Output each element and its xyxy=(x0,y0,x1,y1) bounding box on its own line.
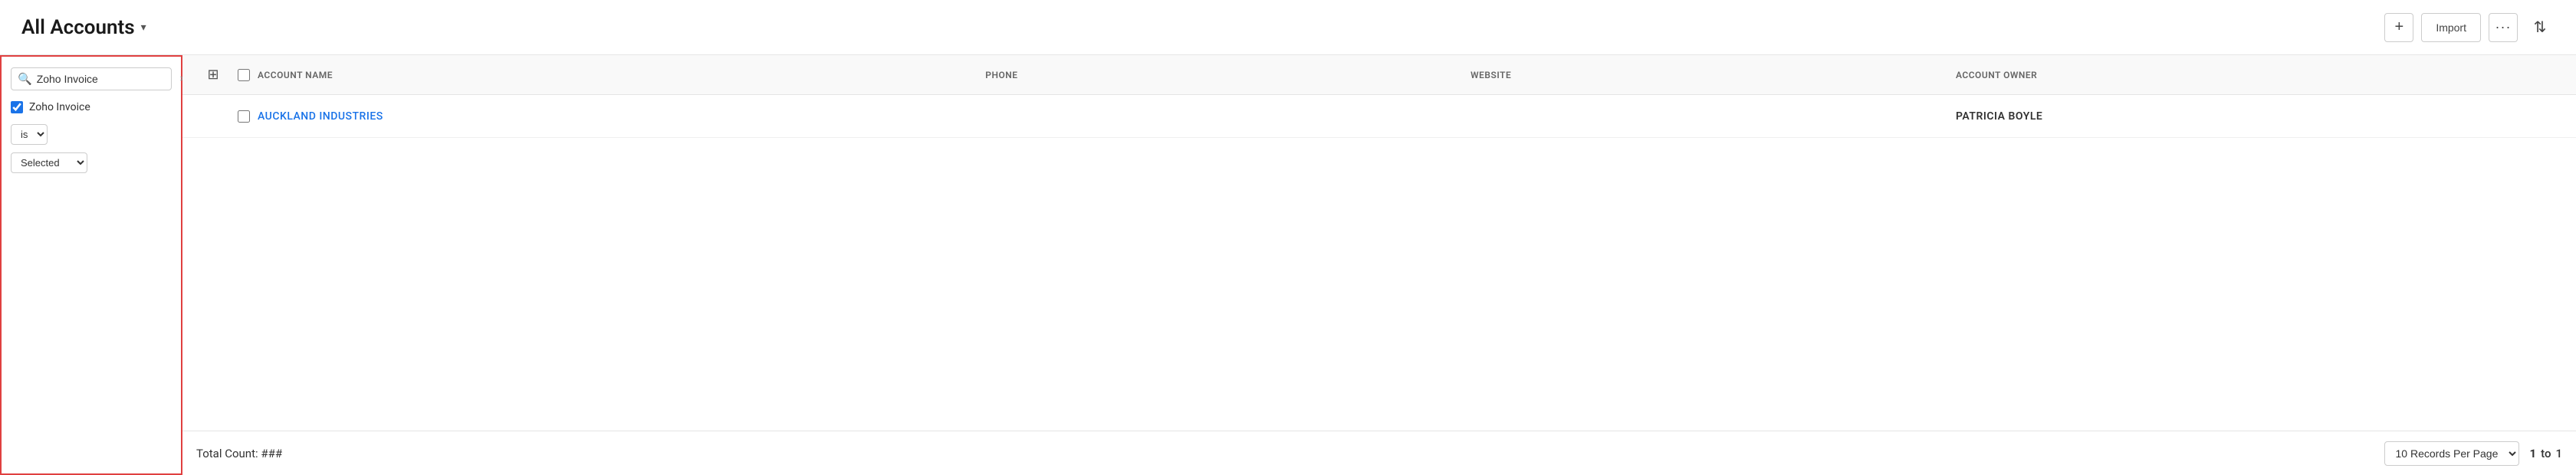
header-left: All Accounts ▾ xyxy=(21,16,146,39)
search-box: 🔍 × xyxy=(11,67,172,90)
col-account-owner-header: Account Owner xyxy=(1956,70,2562,80)
main-layout: 🔍 × Zoho Invoice is Selected ⊞ xyxy=(0,55,2576,475)
table-row: Auckland Industries Patricia Boyle xyxy=(182,95,2576,138)
filter-panel: 🔍 × Zoho Invoice is Selected xyxy=(0,55,182,475)
col-checkbox-header xyxy=(230,69,258,81)
filter-condition-select[interactable]: is xyxy=(11,124,48,145)
sort-button[interactable]: ⇅ xyxy=(2525,13,2555,42)
page-to: 1 xyxy=(2555,447,2562,460)
filter-checkbox-label: Zoho Invoice xyxy=(29,101,90,113)
filter-checkbox[interactable] xyxy=(11,101,23,113)
page-to-label: to xyxy=(2541,447,2551,460)
header-right: + Import ··· ⇅ xyxy=(2384,13,2555,42)
total-count: Total Count: ### xyxy=(196,447,282,460)
per-page-select[interactable]: 10 Records Per Page 20 Records Per Page … xyxy=(2384,441,2519,466)
add-button[interactable]: + xyxy=(2384,13,2413,42)
header: All Accounts ▾ + Import ··· ⇅ xyxy=(0,0,2576,55)
page-from: 1 xyxy=(2530,447,2537,460)
grid-view-icon[interactable]: ⊞ xyxy=(207,67,219,83)
chevron-down-icon[interactable]: ▾ xyxy=(141,21,146,34)
filter-value-row: Selected xyxy=(11,152,172,173)
table-area: ⊞ Account Name Phone Website Account Own… xyxy=(182,55,2576,475)
table-footer: Total Count: ### 10 Records Per Page 20 … xyxy=(182,431,2576,475)
filter-search-input[interactable] xyxy=(37,73,176,85)
account-owner-value: Patricia Boyle xyxy=(1956,110,2042,123)
pagination-controls: 10 Records Per Page 20 Records Per Page … xyxy=(2384,441,2562,466)
more-options-button[interactable]: ··· xyxy=(2489,13,2518,42)
col-icon: ⊞ xyxy=(196,67,230,83)
row-account-name: Auckland Industries xyxy=(258,110,985,123)
col-website-header: Website xyxy=(1470,70,1956,80)
row-checkbox-col xyxy=(230,110,258,123)
import-button[interactable]: Import xyxy=(2421,13,2481,42)
search-icon: 🔍 xyxy=(18,72,32,86)
filter-condition-row: is xyxy=(11,124,172,145)
table-header: ⊞ Account Name Phone Website Account Own… xyxy=(182,55,2576,95)
select-all-checkbox[interactable] xyxy=(238,69,250,81)
page-title: All Accounts xyxy=(21,16,135,39)
account-name-link[interactable]: Auckland Industries xyxy=(258,110,383,123)
filter-value-select[interactable]: Selected xyxy=(11,152,87,173)
col-account-name-header: Account Name xyxy=(258,70,985,80)
filter-checkbox-row: Zoho Invoice xyxy=(11,98,172,116)
col-phone-header: Phone xyxy=(985,70,1470,80)
row-checkbox[interactable] xyxy=(238,110,250,123)
page-nav: 1 to 1 xyxy=(2530,447,2562,460)
row-account-owner: Patricia Boyle xyxy=(1956,110,2562,123)
